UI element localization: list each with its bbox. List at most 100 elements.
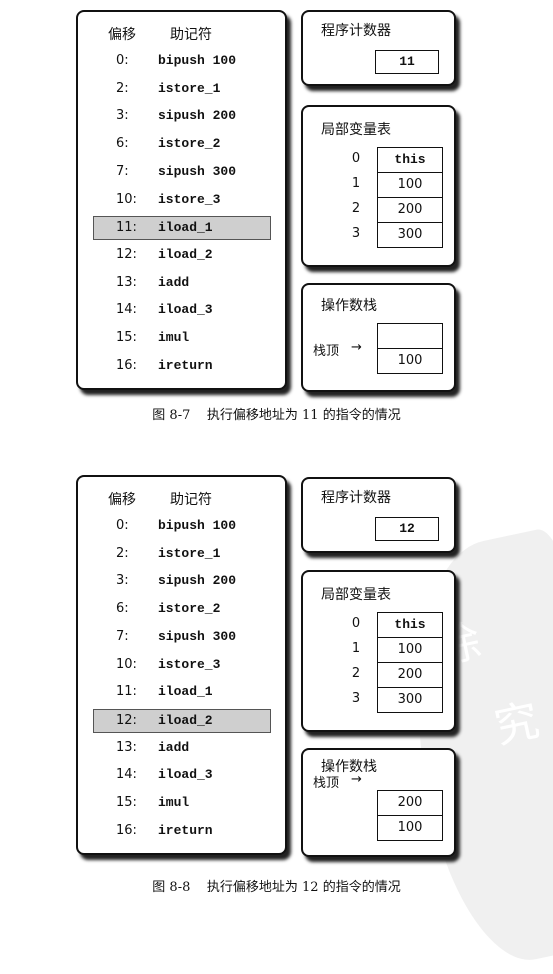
local-variable-slot: 300 <box>377 222 443 248</box>
bytecode-row: 15: imul <box>78 327 285 349</box>
bytecode-offset: 2: <box>116 545 129 561</box>
bytecode-mnemonic: bipush 100 <box>158 518 237 533</box>
bytecode-row: 16: ireturn <box>78 355 285 377</box>
bytecode-row: 3: sipush 200 <box>78 105 285 127</box>
program-counter-value: 11 <box>375 50 439 74</box>
bytecode-mnemonic: istore_3 <box>158 656 221 672</box>
bytecode-offset: 12: <box>116 246 137 262</box>
stack-top-label: 栈顶 <box>313 344 340 359</box>
bytecode-mnemonic: sipush 300 <box>158 163 237 179</box>
bytecode-row: 6: istore_2 <box>78 598 285 620</box>
local-variable-index: 3 <box>351 691 361 706</box>
bytecode-offset: 0: <box>116 53 129 68</box>
bytecode-row: 0: bipush 100 <box>78 50 285 72</box>
bytecode-offset: 15: <box>116 795 137 810</box>
bytecode-row: 15: imul <box>78 792 285 814</box>
program-counter-title: 程序计数器 <box>321 490 391 506</box>
operand-stack-panel: 操作数栈 栈顶 → 200 100 <box>301 748 456 857</box>
bytecode-row: 13: iadd <box>78 737 285 759</box>
bytecode-offset: 16: <box>116 357 137 373</box>
local-variable-index: 0 <box>351 151 361 166</box>
operand-stack-panel: 操作数栈 栈顶 → 100 <box>301 283 456 392</box>
local-variable-index: 2 <box>351 666 361 681</box>
bytecode-offset: 7: <box>116 628 129 644</box>
bytecode-offset: 6: <box>116 136 129 152</box>
operand-stack-slot <box>377 323 443 349</box>
bytecode-row: 0: bipush 100 <box>78 515 285 537</box>
bytecode-offset: 10: <box>116 656 137 672</box>
arrow-right-icon: → <box>351 772 362 787</box>
bytecode-row: 10: istore_3 <box>78 654 285 676</box>
bytecode-row-current: 11: iload_1 <box>93 216 271 241</box>
bytecode-mnemonic: iadd <box>158 739 190 755</box>
watermark-glyph: 究 <box>490 695 544 755</box>
arrow-right-icon: → <box>351 340 362 355</box>
bytecode-row-current: 12: iload_2 <box>93 708 271 733</box>
mnemonic-header: 助记符 <box>170 27 212 43</box>
local-variable-slot: 300 <box>377 687 443 713</box>
local-variable-slot: 100 <box>377 172 443 198</box>
bytecode-mnemonic: ireturn <box>158 357 213 373</box>
bytecode-offset: 0: <box>116 518 129 533</box>
bytecode-mnemonic: bipush 100 <box>158 53 237 68</box>
program-counter-title: 程序计数器 <box>321 23 391 39</box>
local-variable-table-panel: 局部变量表 0 this 1 100 2 200 3 300 <box>301 570 456 732</box>
figure-caption: 图 8-8 执行偏移地址为 12 的指令的情况 <box>152 880 401 895</box>
bytecode-mnemonic: istore_1 <box>158 545 221 561</box>
bytecode-mnemonic: sipush 200 <box>158 108 237 124</box>
local-variable-table-title: 局部变量表 <box>321 122 391 138</box>
bytecode-mnemonic: istore_3 <box>158 191 221 207</box>
local-variable-slot: 200 <box>377 197 443 223</box>
bytecode-offset: 12: <box>116 712 137 728</box>
bytecode-offset: 11: <box>116 684 137 700</box>
bytecode-row: 12: iload_2 <box>78 244 285 266</box>
mnemonic-header: 助记符 <box>170 492 212 508</box>
bytecode-row: 14: iload_3 <box>78 764 285 786</box>
bytecode-row: 10: istore_3 <box>78 189 285 211</box>
operand-stack-slot: 100 <box>377 815 443 841</box>
local-variable-slot: 200 <box>377 662 443 688</box>
operand-stack-slot: 200 <box>377 790 443 816</box>
bytecode-offset: 6: <box>116 601 129 617</box>
bytecode-offset: 3: <box>116 108 129 124</box>
local-variable-index: 1 <box>351 176 361 191</box>
bytecode-offset: 15: <box>116 330 137 345</box>
bytecode-mnemonic: iload_2 <box>158 246 213 262</box>
bytecode-row: 7: sipush 300 <box>78 161 285 183</box>
bytecode-table-panel: 偏移 助记符 0: bipush 100 2: istore_1 3: sipush 200 6… <box>76 10 287 390</box>
bytecode-offset: 7: <box>116 163 129 179</box>
bytecode-offset: 16: <box>116 822 137 838</box>
local-variable-index: 2 <box>351 201 361 216</box>
bytecode-offset: 2: <box>116 80 129 96</box>
bytecode-mnemonic: iload_1 <box>158 220 213 236</box>
local-variable-index: 0 <box>351 616 361 631</box>
bytecode-offset: 13: <box>116 274 137 290</box>
bytecode-mnemonic: iload_3 <box>158 767 213 783</box>
bytecode-row: 2: istore_1 <box>78 543 285 565</box>
bytecode-mnemonic: imul <box>158 330 190 345</box>
local-variable-slot: 100 <box>377 637 443 663</box>
operand-stack-title: 操作数栈 <box>321 298 377 314</box>
bytecode-row: 2: istore_1 <box>78 78 285 100</box>
bytecode-mnemonic: ireturn <box>158 822 213 838</box>
local-variable-index: 1 <box>351 641 361 656</box>
bytecode-row: 14: iload_3 <box>78 299 285 321</box>
bytecode-mnemonic: iload_2 <box>158 712 213 728</box>
program-counter-panel: 程序计数器 12 <box>301 477 456 553</box>
bytecode-offset: 10: <box>116 191 137 207</box>
bytecode-row: 16: ireturn <box>78 820 285 842</box>
figure-caption: 图 8-7 执行偏移地址为 11 的指令的情况 <box>152 408 401 423</box>
bytecode-mnemonic: sipush 200 <box>158 573 237 589</box>
bytecode-offset: 3: <box>116 573 129 589</box>
bytecode-row: 6: istore_2 <box>78 133 285 155</box>
bytecode-row: 7: sipush 300 <box>78 626 285 648</box>
local-variable-index: 3 <box>351 226 361 241</box>
bytecode-mnemonic: istore_2 <box>158 136 221 152</box>
local-variable-table-title: 局部变量表 <box>321 587 391 603</box>
bytecode-mnemonic: iload_3 <box>158 302 213 318</box>
bytecode-offset: 13: <box>116 739 137 755</box>
bytecode-mnemonic: istore_2 <box>158 601 221 617</box>
bytecode-mnemonic: iload_1 <box>158 684 213 700</box>
program-counter-value: 12 <box>375 517 439 541</box>
bytecode-offset: 14: <box>116 302 137 318</box>
